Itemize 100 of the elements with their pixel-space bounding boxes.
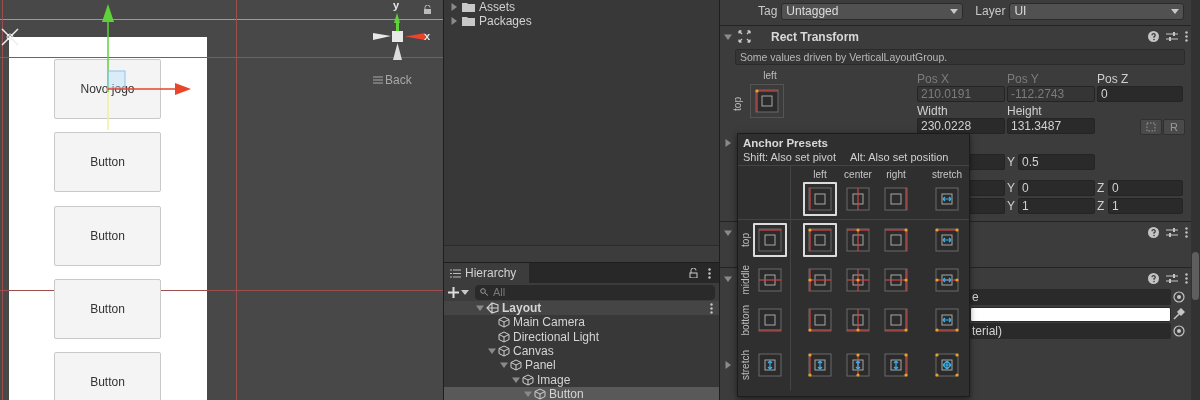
axis-label: Z — [1097, 181, 1106, 195]
menu-icon — [373, 76, 383, 84]
hierarchy-row[interactable]: Button — [444, 386, 719, 400]
object-name: Button — [549, 386, 584, 400]
folder-row[interactable]: Packages — [444, 14, 719, 28]
kebab-menu-icon[interactable] — [1185, 31, 1188, 42]
number-field[interactable]: 0 — [1108, 180, 1183, 196]
expand-arrow-icon[interactable] — [500, 361, 508, 370]
cube-icon — [498, 330, 510, 343]
object-name: Canvas — [513, 344, 554, 359]
hierarchy-row[interactable]: Main Camera — [444, 315, 719, 330]
row-label: top — [740, 233, 751, 247]
lock-icon[interactable] — [423, 5, 432, 14]
raw-edit-button[interactable] — [1140, 119, 1162, 135]
hierarchy-row[interactable]: Panel — [444, 358, 719, 373]
anchor-preset-icon — [882, 226, 910, 254]
hierarchy-row[interactable]: Directional Light — [444, 329, 719, 344]
field-label: Width — [917, 104, 949, 118]
help-icon[interactable] — [1148, 273, 1159, 284]
help-icon[interactable] — [1148, 227, 1159, 238]
hierarchy-tab[interactable]: Hierarchy — [444, 263, 529, 283]
axis-label: y — [393, 0, 400, 11]
object-field[interactable]: e — [970, 289, 1171, 305]
field-label: Pos Y — [1007, 72, 1040, 86]
expand-arrow-icon[interactable] — [724, 361, 732, 369]
sliders-icon[interactable] — [1166, 31, 1178, 42]
number-field[interactable]: 1 — [1018, 198, 1095, 214]
tag-dropdown[interactable]: Untagged — [781, 2, 964, 20]
layer-dropdown[interactable]: UI — [1009, 2, 1185, 20]
pivot-handle-icon[interactable] — [0, 26, 20, 48]
lock-icon[interactable] — [689, 268, 698, 278]
caret-icon — [950, 8, 959, 14]
field-label: Pos X — [917, 72, 950, 86]
anchor-preset-icon — [756, 266, 784, 294]
expand-arrow-icon[interactable] — [724, 139, 732, 147]
anchor-preset-icon — [933, 351, 961, 379]
anchor-preset-icon — [933, 306, 961, 334]
number-field[interactable]: 0 — [1018, 180, 1095, 196]
hint-text: Shift: Also set pivot — [743, 151, 836, 163]
axis-label: Y — [1007, 155, 1016, 169]
anchor-preset-icon — [756, 351, 784, 379]
number-field[interactable]: 0 — [1097, 86, 1183, 102]
sliders-icon[interactable] — [1166, 273, 1178, 284]
anchor-preset-icon — [882, 306, 910, 334]
anchor-label: left — [763, 70, 777, 83]
anchor-preset-icon — [882, 185, 910, 213]
expand-arrow-icon[interactable] — [488, 347, 496, 356]
anchor-preset-icon — [933, 185, 961, 213]
field-label: Pos Z — [1097, 72, 1130, 86]
rect-transform-icon — [738, 30, 751, 43]
scrollbar[interactable] — [1191, 0, 1200, 400]
object-name: Panel — [525, 358, 556, 373]
target-icon[interactable] — [1173, 325, 1185, 337]
dotted-square-icon — [1146, 122, 1156, 132]
help-icon[interactable] — [1148, 31, 1159, 42]
popup-title: Anchor Presets — [743, 137, 829, 149]
expand-arrow-icon[interactable] — [724, 274, 732, 283]
info-message: Some values driven by VerticalLayoutGroup. — [735, 49, 1185, 65]
expand-arrow-icon[interactable] — [524, 389, 532, 398]
kebab-menu-icon[interactable] — [708, 267, 711, 279]
color-field[interactable] — [970, 306, 1171, 322]
folder-icon — [462, 16, 475, 26]
kebab-menu-icon[interactable] — [710, 302, 713, 314]
anchor-preset-icon — [806, 185, 834, 213]
expand-arrow-icon[interactable] — [512, 375, 520, 384]
hierarchy-row[interactable]: Canvas — [444, 343, 719, 359]
anchor-preset-icon — [756, 226, 784, 254]
anchor-preset-icon — [844, 351, 872, 379]
cube-icon — [498, 345, 510, 358]
hierarchy-row[interactable]: Image — [444, 372, 719, 387]
anchor-preset-icon — [844, 266, 872, 294]
number-field[interactable]: 230.0228 — [917, 118, 1005, 134]
anchor-preset-icon — [882, 266, 910, 294]
kebab-menu-icon[interactable] — [1185, 273, 1188, 284]
anchor-preset-icon — [806, 226, 834, 254]
add-button[interactable] — [448, 286, 469, 298]
cube-icon — [510, 359, 522, 372]
cube-icon — [534, 387, 546, 400]
anchor-preset-icon — [756, 306, 784, 334]
eyedropper-icon[interactable] — [1173, 308, 1185, 320]
expand-arrow-icon[interactable] — [724, 228, 732, 237]
object-field[interactable]: terial) — [970, 323, 1171, 339]
number-field[interactable]: 1 — [1108, 198, 1183, 214]
column-label: right — [886, 169, 906, 180]
row-label: middle — [740, 265, 751, 295]
component-title: Rect Transform — [771, 29, 860, 44]
expand-arrow-icon[interactable] — [476, 304, 484, 313]
target-icon[interactable] — [1173, 291, 1185, 303]
expand-arrow-icon[interactable] — [724, 32, 732, 41]
folder-row[interactable]: Assets — [444, 0, 719, 14]
number-field[interactable]: 131.3487 — [1007, 118, 1095, 134]
hierarchy-row[interactable]: Layout — [444, 301, 719, 316]
object-name: Layout — [502, 301, 542, 316]
sliders-icon[interactable] — [1166, 227, 1178, 238]
row-label: bottom — [740, 304, 751, 336]
anchor-preset-icon — [844, 226, 872, 254]
number-field[interactable]: 0.5 — [1018, 154, 1095, 170]
search-field[interactable]: All — [475, 284, 715, 300]
view-mode-button[interactable]: Back — [373, 73, 412, 87]
kebab-menu-icon[interactable] — [1185, 227, 1188, 238]
